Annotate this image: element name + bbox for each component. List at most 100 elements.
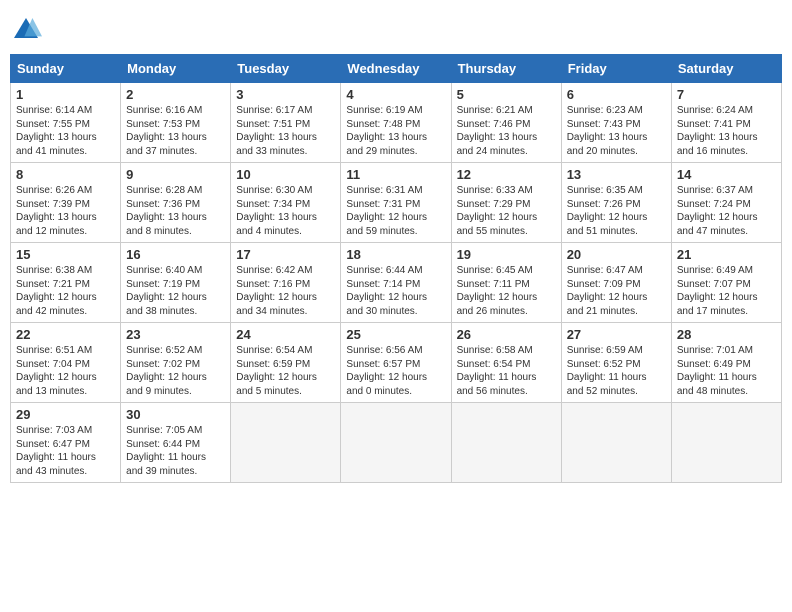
calendar-week-4: 22Sunrise: 6:51 AMSunset: 7:04 PMDayligh… [11, 323, 782, 403]
calendar-table: SundayMondayTuesdayWednesdayThursdayFrid… [10, 54, 782, 483]
day-info: Sunrise: 6:35 AMSunset: 7:26 PMDaylight:… [567, 184, 666, 238]
day-number: 21 [677, 247, 776, 262]
day-number: 30 [126, 407, 225, 422]
logo-icon [10, 14, 42, 46]
day-info: Sunrise: 6:51 AMSunset: 7:04 PMDaylight:… [16, 344, 115, 398]
calendar-cell [561, 403, 671, 483]
day-info: Sunrise: 6:52 AMSunset: 7:02 PMDaylight:… [126, 344, 225, 398]
day-number: 19 [457, 247, 556, 262]
logo [10, 14, 46, 46]
calendar-cell: 21 Sunrise: 6:49 AMSunset: 7:07 PMDayligh… [671, 243, 781, 323]
day-info: Sunrise: 6:40 AMSunset: 7:19 PMDaylight:… [126, 264, 225, 318]
calendar-cell: 23 Sunrise: 6:52 AMSunset: 7:02 PMDayligh… [121, 323, 231, 403]
day-number: 29 [16, 407, 115, 422]
calendar-cell: 10Sunrise: 6:30 AMSunset: 7:34 PMDayligh… [231, 163, 341, 243]
day-info: Sunrise: 6:42 AMSunset: 7:16 PMDaylight:… [236, 264, 335, 318]
day-number: 18 [346, 247, 445, 262]
calendar-cell: 26 Sunrise: 6:58 AMSunset: 6:54 PMDayligh… [451, 323, 561, 403]
calendar-header-row: SundayMondayTuesdayWednesdayThursdayFrid… [11, 55, 782, 83]
day-info: Sunrise: 6:58 AMSunset: 6:54 PMDaylight:… [457, 344, 556, 398]
day-info: Sunrise: 6:37 AMSunset: 7:24 PMDaylight:… [677, 184, 776, 238]
day-info: Sunrise: 6:26 AMSunset: 7:39 PMDaylight:… [16, 184, 115, 238]
day-number: 11 [346, 167, 445, 182]
calendar-cell: 28Sunrise: 7:01 AMSunset: 6:49 PMDayligh… [671, 323, 781, 403]
day-info: Sunrise: 6:45 AMSunset: 7:11 PMDaylight:… [457, 264, 556, 318]
calendar-cell: 24 Sunrise: 6:54 AMSunset: 6:59 PMDayligh… [231, 323, 341, 403]
calendar-cell: 17Sunrise: 6:42 AMSunset: 7:16 PMDayligh… [231, 243, 341, 323]
day-info: Sunrise: 6:19 AMSunset: 7:48 PMDaylight:… [346, 104, 445, 158]
day-number: 16 [126, 247, 225, 262]
day-info: Sunrise: 6:28 AMSunset: 7:36 PMDaylight:… [126, 184, 225, 238]
calendar-header-wednesday: Wednesday [341, 55, 451, 83]
calendar-cell: 27Sunrise: 6:59 AMSunset: 6:52 PMDayligh… [561, 323, 671, 403]
day-number: 10 [236, 167, 335, 182]
calendar-header-monday: Monday [121, 55, 231, 83]
day-info: Sunrise: 6:44 AMSunset: 7:14 PMDaylight:… [346, 264, 445, 318]
calendar-cell: 3 Sunrise: 6:17 AMSunset: 7:51 PMDaylight… [231, 83, 341, 163]
day-number: 23 [126, 327, 225, 342]
day-info: Sunrise: 7:03 AMSunset: 6:47 PMDaylight:… [16, 424, 115, 478]
calendar-week-5: 29 Sunrise: 7:03 AMSunset: 6:47 PMDayligh… [11, 403, 782, 483]
day-number: 7 [677, 87, 776, 102]
calendar-cell: 4Sunrise: 6:19 AMSunset: 7:48 PMDaylight… [341, 83, 451, 163]
day-info: Sunrise: 6:23 AMSunset: 7:43 PMDaylight:… [567, 104, 666, 158]
calendar-cell [451, 403, 561, 483]
calendar-cell: 11Sunrise: 6:31 AMSunset: 7:31 PMDayligh… [341, 163, 451, 243]
day-info: Sunrise: 6:54 AMSunset: 6:59 PMDaylight:… [236, 344, 335, 398]
day-number: 1 [16, 87, 115, 102]
day-info: Sunrise: 7:05 AMSunset: 6:44 PMDaylight:… [126, 424, 225, 478]
calendar-cell: 8 Sunrise: 6:26 AMSunset: 7:39 PMDaylight… [11, 163, 121, 243]
day-number: 9 [126, 167, 225, 182]
calendar-cell: 29 Sunrise: 7:03 AMSunset: 6:47 PMDayligh… [11, 403, 121, 483]
calendar-header-saturday: Saturday [671, 55, 781, 83]
calendar-header-tuesday: Tuesday [231, 55, 341, 83]
calendar-cell [671, 403, 781, 483]
day-number: 15 [16, 247, 115, 262]
day-info: Sunrise: 6:16 AMSunset: 7:53 PMDaylight:… [126, 104, 225, 158]
calendar-cell: 30 Sunrise: 7:05 AMSunset: 6:44 PMDayligh… [121, 403, 231, 483]
calendar-week-1: 1Sunrise: 6:14 AMSunset: 7:55 PMDaylight… [11, 83, 782, 163]
calendar-cell: 15 Sunrise: 6:38 AMSunset: 7:21 PMDayligh… [11, 243, 121, 323]
calendar-cell: 9 Sunrise: 6:28 AMSunset: 7:36 PMDaylight… [121, 163, 231, 243]
calendar-header-thursday: Thursday [451, 55, 561, 83]
calendar-cell: 13 Sunrise: 6:35 AMSunset: 7:26 PMDayligh… [561, 163, 671, 243]
calendar-cell: 16 Sunrise: 6:40 AMSunset: 7:19 PMDayligh… [121, 243, 231, 323]
day-number: 28 [677, 327, 776, 342]
day-number: 26 [457, 327, 556, 342]
day-info: Sunrise: 6:56 AMSunset: 6:57 PMDaylight:… [346, 344, 445, 398]
day-number: 20 [567, 247, 666, 262]
day-info: Sunrise: 6:21 AMSunset: 7:46 PMDaylight:… [457, 104, 556, 158]
calendar-cell: 14 Sunrise: 6:37 AMSunset: 7:24 PMDayligh… [671, 163, 781, 243]
day-number: 6 [567, 87, 666, 102]
day-info: Sunrise: 6:17 AMSunset: 7:51 PMDaylight:… [236, 104, 335, 158]
calendar-header-friday: Friday [561, 55, 671, 83]
calendar-cell [341, 403, 451, 483]
day-info: Sunrise: 6:49 AMSunset: 7:07 PMDaylight:… [677, 264, 776, 318]
calendar-cell: 1Sunrise: 6:14 AMSunset: 7:55 PMDaylight… [11, 83, 121, 163]
day-info: Sunrise: 6:47 AMSunset: 7:09 PMDaylight:… [567, 264, 666, 318]
calendar-cell: 19 Sunrise: 6:45 AMSunset: 7:11 PMDayligh… [451, 243, 561, 323]
day-number: 12 [457, 167, 556, 182]
day-number: 24 [236, 327, 335, 342]
day-info: Sunrise: 6:38 AMSunset: 7:21 PMDaylight:… [16, 264, 115, 318]
calendar-cell: 5 Sunrise: 6:21 AMSunset: 7:46 PMDaylight… [451, 83, 561, 163]
day-number: 25 [346, 327, 445, 342]
day-number: 13 [567, 167, 666, 182]
calendar-cell: 25 Sunrise: 6:56 AMSunset: 6:57 PMDayligh… [341, 323, 451, 403]
calendar-cell: 18 Sunrise: 6:44 AMSunset: 7:14 PMDayligh… [341, 243, 451, 323]
page-header [10, 10, 782, 46]
calendar-cell [231, 403, 341, 483]
day-number: 14 [677, 167, 776, 182]
day-info: Sunrise: 6:59 AMSunset: 6:52 PMDaylight:… [567, 344, 666, 398]
calendar-week-2: 8 Sunrise: 6:26 AMSunset: 7:39 PMDaylight… [11, 163, 782, 243]
day-number: 8 [16, 167, 115, 182]
day-number: 3 [236, 87, 335, 102]
calendar-cell: 7 Sunrise: 6:24 AMSunset: 7:41 PMDaylight… [671, 83, 781, 163]
day-info: Sunrise: 6:24 AMSunset: 7:41 PMDaylight:… [677, 104, 776, 158]
calendar-week-3: 15 Sunrise: 6:38 AMSunset: 7:21 PMDayligh… [11, 243, 782, 323]
calendar-cell: 6 Sunrise: 6:23 AMSunset: 7:43 PMDaylight… [561, 83, 671, 163]
day-number: 5 [457, 87, 556, 102]
calendar-cell: 22Sunrise: 6:51 AMSunset: 7:04 PMDayligh… [11, 323, 121, 403]
calendar-cell: 2Sunrise: 6:16 AMSunset: 7:53 PMDaylight… [121, 83, 231, 163]
calendar-cell: 12Sunrise: 6:33 AMSunset: 7:29 PMDayligh… [451, 163, 561, 243]
